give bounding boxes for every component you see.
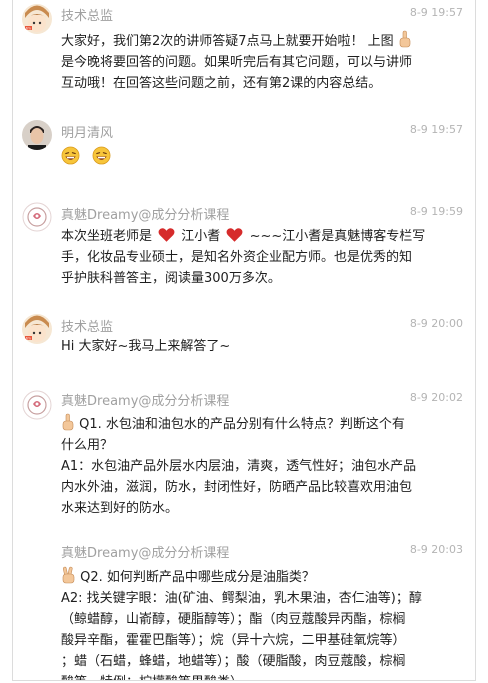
message-timestamp: 8-9 19:57 <box>409 123 463 136</box>
message-timestamp: 8-9 20:03 <box>409 543 463 556</box>
svg-text:tm: tm <box>26 337 31 341</box>
red-heart-icon <box>158 228 175 242</box>
message-text: 本次坐班老师是 江小耆 ~~~江小耆是真魅博客专栏写 手，化妆品专业硕士，是知名… <box>61 226 461 289</box>
pointing-up-hand-icon <box>62 413 74 431</box>
message-timestamp: 8-9 19:57 <box>409 6 463 19</box>
avatar-dreamy-logo[interactable] <box>22 202 52 232</box>
answer-text: A2: 找关键字眼：油(矿油、鳄梨油，乳木果油，杏仁油等)；醇 <box>61 591 422 606</box>
message-line: 大家好，我们第2次的讲师答疑7点马上就要开始啦！ 上图 <box>61 34 394 49</box>
message-fragment: ~~~江小耆是真魅博客专栏写 <box>249 229 426 244</box>
sender-name: 真魅Dreamy@成分分析课程 <box>61 546 230 561</box>
sender-name: 技术总监 <box>61 9 114 24</box>
message-fragment: 江小耆 <box>181 229 221 244</box>
laughing-face-icon <box>92 146 111 165</box>
victory-hand-icon <box>62 566 75 584</box>
message-fragment: 本次坐班老师是 <box>61 229 153 244</box>
avatar-cartoon-girl[interactable]: tm <box>22 314 52 344</box>
message-timestamp: 8-9 20:00 <box>409 317 463 330</box>
sender-name: 技术总监 <box>61 320 114 335</box>
avatar-cartoon-girl[interactable]: tm <box>22 4 52 34</box>
question-text: Q2. 如何判断产品中哪些成分是油脂类？ <box>80 570 315 585</box>
message-emojis <box>61 146 461 169</box>
message-text: Hi 大家好~我马上来解答了~ <box>61 336 461 357</box>
answer-text: ；蜡（石蜡，蜂蜡，地蜡等）；酸（硬脂酸，肉豆蔻酸，棕榈 <box>61 654 406 669</box>
message-line: 互动哦！在回答这些问题之前，还有第2课的内容总结。 <box>61 76 382 91</box>
message-timestamp: 8-9 20:02 <box>409 391 463 404</box>
message-line: 手，化妆品专业硕士，是知名外资企业配方师。也是优秀的知 <box>61 250 413 265</box>
message-text: 大家好，我们第2次的讲师答疑7点马上就要开始啦！ 上图 是今晚将要回答的问题。如… <box>61 30 461 94</box>
message-line: 乎护肤科普答主，阅读量300万多次。 <box>61 271 281 286</box>
svg-text:tm: tm <box>26 27 31 31</box>
message-text: Q1. 水包油和油包水的产品分别有什么特点？判断这个有 什么用？ A1：水包油产… <box>61 413 461 519</box>
sender-name: 真魅Dreamy@成分分析课程 <box>61 208 230 223</box>
question-text: Q1. 水包油和油包水的产品分别有什么特点？判断这个有 <box>79 417 405 432</box>
message-line: 是今晚将要回答的问题。如果听完后有其它问题，可以与讲师 <box>61 55 413 70</box>
answer-text: A1：水包油产品外层水内层油，清爽，透气性好；油包水产品 <box>61 459 417 474</box>
answer-text: （鲸蜡醇，山嵛醇，硬脂醇等）；酯（肉豆蔻酸异丙酯，棕榈 <box>61 612 406 627</box>
chat-history-panel: tm 技术总监 8-9 19:57 大家好，我们第2次的讲师答疑7点马上就要开始… <box>12 0 476 681</box>
answer-text: 酸异辛酯，霍霍巴酯等）；烷（异十六烷，二甲基硅氧烷等） <box>61 633 406 648</box>
message-line: Hi 大家好~我马上来解答了~ <box>61 339 231 354</box>
avatar-dreamy-logo[interactable] <box>22 390 52 420</box>
message-text: Q2. 如何判断产品中哪些成分是油脂类？ A2: 找关键字眼：油(矿油、鳄梨油，… <box>61 566 461 680</box>
avatar-photo-man[interactable] <box>22 120 52 150</box>
sender-name: 明月清风 <box>61 126 114 141</box>
answer-text: 水来达到好的防水。 <box>61 501 179 516</box>
red-heart-icon <box>226 228 243 242</box>
laughing-face-icon <box>61 146 80 165</box>
pointing-up-hand-icon <box>399 30 411 48</box>
answer-text: 酸等，特例：柠檬酸等果酸类）。 <box>61 672 461 680</box>
message-timestamp: 8-9 19:59 <box>409 205 463 218</box>
answer-text: 内水外油，滋润，防水，封闭性好，防晒产品比较喜欢用油包 <box>61 480 413 495</box>
question-text: 什么用？ <box>61 438 114 453</box>
sender-name: 真魅Dreamy@成分分析课程 <box>61 394 230 409</box>
